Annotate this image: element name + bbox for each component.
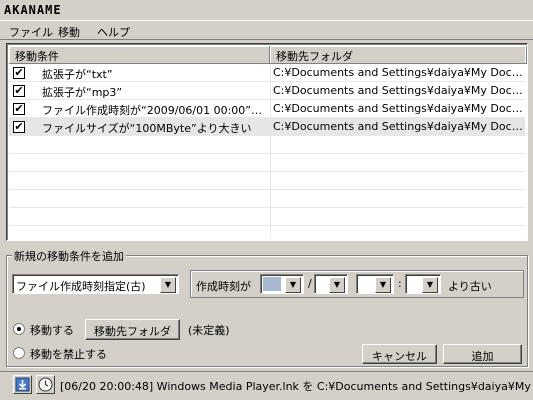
list-row[interactable]: ✔ 拡張子が“mp3” C:¥Documents and Settings¥da…	[9, 82, 525, 100]
time-separator: :	[398, 277, 402, 290]
row-checkbox[interactable]: ✔	[13, 67, 25, 79]
cancel-button[interactable]: キャンセル	[362, 344, 437, 364]
condition-type-value: ファイル作成時刻指定(古)	[16, 280, 146, 293]
add-condition-group-title: 新規の移動条件を追加	[12, 248, 126, 264]
row-destination: C:¥Documents and Settings¥daiya¥My Docum…	[273, 102, 525, 115]
row-condition: 拡張子が“mp3”	[42, 86, 123, 99]
menu-move[interactable]: 移動	[55, 24, 83, 40]
chevron-down-icon[interactable]: ▼	[422, 277, 438, 293]
time-label: 作成時刻が	[196, 280, 251, 293]
empty-row	[9, 172, 525, 190]
empty-row	[9, 226, 525, 238]
minute-select[interactable]: ▼	[405, 274, 441, 294]
empty-row	[9, 154, 525, 172]
move-radio-label[interactable]: 移動する	[30, 322, 74, 338]
menu-help[interactable]: ヘルプ	[94, 24, 133, 40]
empty-row	[9, 190, 525, 208]
row-checkbox[interactable]: ✔	[13, 85, 25, 97]
older-than-label: より古い	[448, 280, 492, 293]
window-title: AKANAME	[4, 3, 62, 17]
year-selection-highlight	[263, 277, 281, 291]
download-icon[interactable]	[13, 375, 32, 394]
clock-icon[interactable]	[36, 375, 55, 394]
row-checkbox[interactable]: ✔	[13, 103, 25, 115]
move-radio[interactable]	[13, 323, 25, 335]
list-row[interactable]: ✔ 拡張子が“txt” C:¥Documents and Settings¥da…	[9, 64, 525, 82]
chevron-down-icon[interactable]: ▼	[285, 277, 301, 293]
chevron-down-icon[interactable]: ▼	[329, 277, 345, 293]
chevron-down-icon[interactable]: ▼	[375, 277, 391, 293]
list-row[interactable]: ✔ ファイル作成時刻が“2009/06/01 00:00”よ... C:¥Doc…	[9, 100, 525, 118]
destination-value: (未定義)	[188, 324, 230, 337]
list-row[interactable]: ✔ ファイルサイズが“100MByte”より大きい C:¥Documents a…	[9, 118, 525, 136]
forbid-move-radio[interactable]	[13, 347, 25, 359]
menu-file[interactable]: ファイル	[6, 24, 56, 40]
add-button[interactable]: 追加	[443, 344, 522, 364]
chevron-down-icon[interactable]: ▼	[160, 277, 176, 293]
row-condition: ファイル作成時刻が“2009/06/01 00:00”よ...	[42, 104, 266, 117]
title-bar: AKANAME	[0, 0, 533, 21]
forbid-move-radio-label[interactable]: 移動を禁止する	[30, 346, 107, 362]
list-body: ✔ 拡張子が“txt” C:¥Documents and Settings¥da…	[9, 64, 525, 238]
empty-row	[9, 208, 525, 226]
column-header-destination[interactable]: 移動先フォルダ	[270, 46, 527, 64]
status-message: [06/20 20:00:48] Windows Media Player.ln…	[60, 380, 533, 393]
condition-list[interactable]: 移動条件 移動先フォルダ ✔ 拡張子が“txt” C:¥Documents an…	[6, 43, 528, 241]
date-separator: /	[308, 277, 312, 290]
list-header: 移動条件 移動先フォルダ	[9, 46, 527, 64]
row-destination: C:¥Documents and Settings¥daiya¥My Docum…	[273, 84, 525, 97]
destination-folder-button[interactable]: 移動先フォルダ	[85, 319, 180, 340]
empty-row	[9, 136, 525, 154]
row-checkbox[interactable]: ✔	[13, 121, 25, 133]
condition-type-select[interactable]: ファイル作成時刻指定(古) ▼	[12, 274, 179, 294]
hour-select[interactable]: ▼	[356, 274, 394, 294]
year-select[interactable]: ▼	[260, 274, 304, 294]
month-select[interactable]: ▼	[314, 274, 348, 294]
row-condition: 拡張子が“txt”	[42, 68, 113, 81]
menu-bar: ファイル 移動 ヘルプ	[0, 22, 533, 40]
row-condition: ファイルサイズが“100MByte”より大きい	[42, 122, 252, 135]
column-header-condition[interactable]: 移動条件	[9, 46, 270, 64]
row-destination: C:¥Documents and Settings¥daiya¥My Docum…	[273, 120, 525, 133]
row-destination: C:¥Documents and Settings¥daiya¥My Docum…	[273, 66, 525, 79]
